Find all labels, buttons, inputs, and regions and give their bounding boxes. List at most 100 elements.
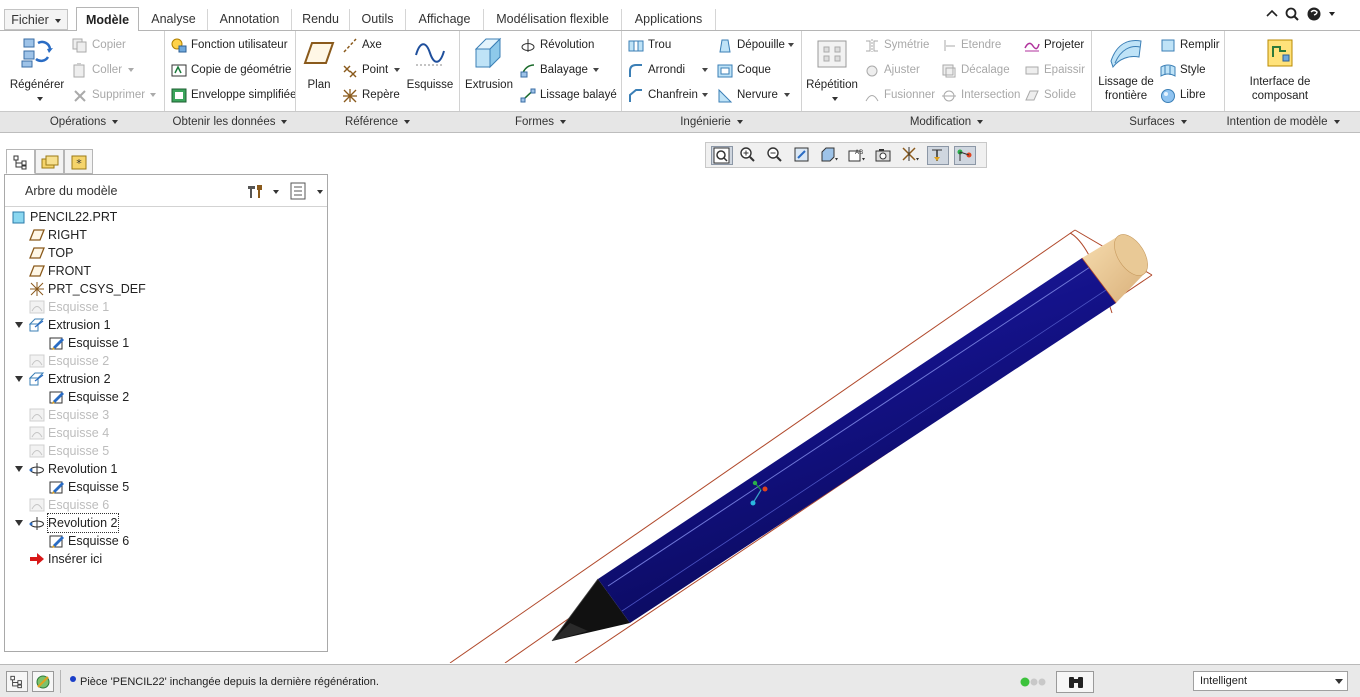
tab-analysis[interactable]: Analyse (140, 9, 208, 30)
user-feature-button[interactable]: Fonction utilisateur (171, 35, 291, 55)
trim-label: Ajuster (884, 64, 920, 76)
freestyle-button[interactable]: Libre (1160, 85, 1222, 105)
offset-button[interactable]: Décalage (941, 60, 1016, 80)
tab-applications[interactable]: Applications (622, 9, 716, 30)
group-get-data[interactable]: Obtenir les données (165, 113, 295, 131)
tab-tools[interactable]: Outils (350, 9, 406, 30)
tab-model[interactable]: Modèle (76, 7, 139, 31)
regenerate-label: Régénérer (9, 79, 65, 91)
group-surfaces[interactable]: Surfaces (1092, 113, 1224, 131)
sweep-button[interactable]: Balayage (520, 60, 610, 80)
tab-flexible-modeling[interactable]: Modélisation flexible (484, 9, 622, 30)
offset-icon (942, 64, 956, 78)
group-editing[interactable]: Modification (802, 113, 1091, 131)
repaint-button[interactable] (792, 146, 814, 165)
view-manager-button[interactable] (873, 146, 895, 165)
spin-center-button[interactable] (954, 146, 976, 165)
search-icon[interactable] (1285, 7, 1299, 21)
toggle-browser-button[interactable] (32, 671, 54, 692)
paste-button[interactable]: Coller (72, 60, 152, 80)
chevron-down-icon[interactable] (1329, 12, 1335, 16)
find-button[interactable] (1056, 671, 1094, 693)
tree-show-button[interactable] (289, 182, 325, 200)
datum-csys-label: Repère (362, 89, 400, 101)
datum-csys-button[interactable]: Repère (342, 85, 402, 105)
zoom-out-icon (767, 147, 782, 162)
regenerate-button[interactable]: Régénérer (6, 35, 68, 107)
chevron-down-icon (702, 68, 708, 72)
tab-favorites[interactable]: * (64, 149, 93, 174)
intersect-button[interactable]: Intersection (941, 85, 1021, 105)
intersect-label: Intersection (961, 89, 1021, 101)
tab-annotation[interactable]: Annotation (208, 9, 292, 30)
expand-toggle-icon[interactable] (15, 466, 23, 472)
swept-blend-button[interactable]: Lissage balayé (520, 85, 620, 105)
list-icon (290, 182, 323, 200)
help-icon[interactable] (1307, 7, 1321, 21)
saved-orientations-button[interactable]: AB (846, 146, 868, 165)
copy-button[interactable]: Copier (72, 35, 152, 55)
expand-toggle-icon[interactable] (15, 520, 23, 526)
expand-toggle-icon[interactable] (15, 322, 23, 328)
shell-button[interactable]: Coque (717, 60, 787, 80)
tree-settings-button[interactable] (245, 182, 281, 200)
collapse-ribbon-icon[interactable] (1266, 9, 1278, 17)
annotation-display-button[interactable] (927, 146, 949, 165)
selection-filter-dropdown[interactable]: Intelligent (1193, 671, 1348, 691)
tree-item-label: Esquisse 1 (68, 336, 130, 350)
tab-view[interactable]: Affichage (406, 9, 484, 30)
delete-button[interactable]: Supprimer (72, 85, 160, 105)
tree-item-label: Esquisse 5 (68, 480, 130, 494)
tab-folder-browser[interactable] (35, 149, 64, 174)
datum-point-button[interactable]: Point (342, 60, 402, 80)
display-style-button[interactable] (819, 146, 841, 165)
pencil-model[interactable] (330, 133, 1360, 663)
datum-plane-button[interactable]: Plan (300, 35, 338, 107)
project-button[interactable]: Projeter (1024, 35, 1088, 55)
group-shapes[interactable]: Formes (460, 113, 621, 131)
revolve-icon (29, 463, 44, 476)
merge-icon (865, 95, 879, 102)
pattern-button[interactable]: Répétition (806, 35, 858, 107)
rib-button[interactable]: Nervure (717, 85, 797, 105)
tab-model-tree[interactable] (6, 149, 35, 174)
zoom-out-button[interactable] (765, 146, 787, 165)
group-engineering[interactable]: Ingénierie (622, 113, 801, 131)
hole-button[interactable]: Trou (628, 35, 688, 55)
round-button[interactable]: Arrondi (628, 60, 713, 80)
tab-analysis-label: Analyse (151, 12, 196, 26)
shrinkwrap-button[interactable]: Enveloppe simplifiée (171, 85, 296, 105)
group-model-intent-label: Intention de modèle (1226, 116, 1328, 128)
datum-display-button[interactable] (900, 146, 922, 165)
solidify-button[interactable]: Solide (1024, 85, 1088, 105)
thicken-button[interactable]: Epaissir (1024, 60, 1088, 80)
revolve-button[interactable]: Révolution (520, 35, 620, 55)
component-interface-button[interactable]: Interface de composant (1230, 35, 1330, 107)
zoom-in-button[interactable] (738, 146, 760, 165)
extend-button[interactable]: Etendre (941, 35, 1011, 55)
fill-button[interactable]: Remplir (1160, 35, 1222, 55)
graphics-viewport[interactable] (330, 133, 1360, 663)
expand-toggle-icon[interactable] (15, 376, 23, 382)
hole-icon (628, 40, 644, 52)
chamfer-button[interactable]: Chanfrein (628, 85, 713, 105)
sketch-icon (29, 444, 45, 458)
tab-file[interactable]: Fichier (4, 9, 68, 30)
group-datum[interactable]: Référence (296, 113, 459, 131)
datum-axis-button[interactable]: Axe (342, 35, 402, 55)
draft-button[interactable]: Dépouille (717, 35, 797, 55)
extrude-button[interactable]: Extrusion (464, 35, 514, 107)
merge-button[interactable]: Fusionner (864, 85, 939, 105)
copy-geometry-button[interactable]: Copie de géométrie (171, 60, 291, 80)
style-button[interactable]: Style (1160, 60, 1222, 80)
sketch-button[interactable]: Esquisse (405, 35, 455, 107)
refit-button[interactable] (711, 146, 733, 165)
toggle-navigator-button[interactable] (6, 671, 28, 692)
boundary-blend-button[interactable]: Lissage de frontière (1096, 35, 1156, 107)
group-model-intent[interactable]: Intention de modèle (1225, 113, 1341, 131)
group-operations[interactable]: Opérations (4, 113, 164, 131)
mirror-button[interactable]: Symétrie (864, 35, 934, 55)
trim-button[interactable]: Ajuster (864, 60, 934, 80)
chevron-down-icon (150, 93, 156, 97)
tab-render[interactable]: Rendu (292, 9, 350, 30)
